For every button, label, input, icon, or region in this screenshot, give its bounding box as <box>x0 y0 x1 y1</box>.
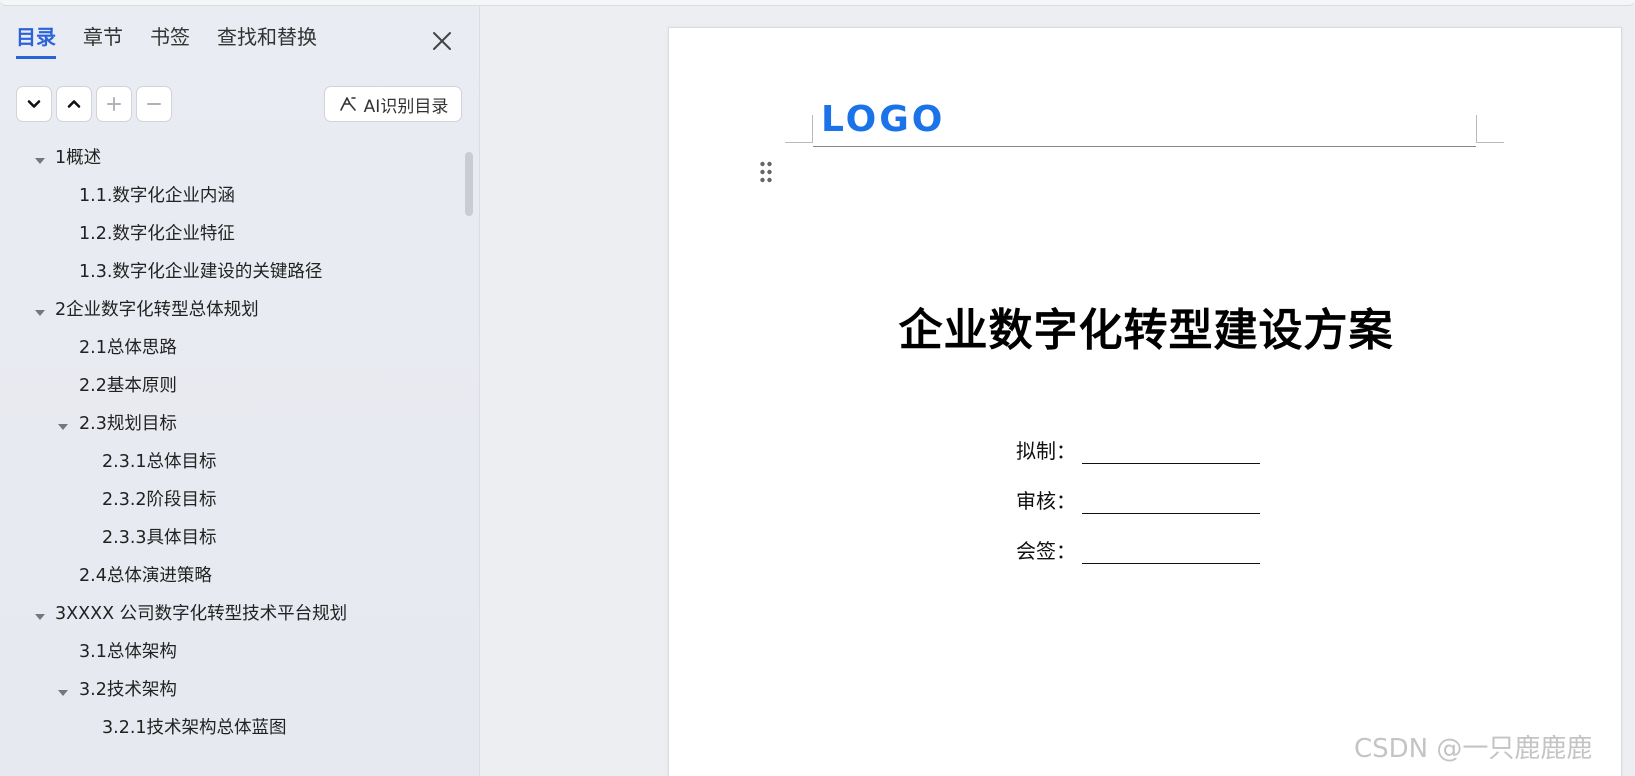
toc-item[interactable]: 2.3.2阶段目标 <box>102 485 217 515</box>
ai-magic-icon <box>339 97 356 111</box>
sign-blank-line[interactable] <box>1082 542 1260 564</box>
toc-item[interactable]: 2.3规划目标 <box>79 409 177 439</box>
watermark-text: CSDN @一只鹿鹿鹿 <box>1354 734 1593 764</box>
toc-item[interactable]: 1.2.数字化企业特征 <box>79 219 235 249</box>
crop-mark <box>1476 142 1504 143</box>
crop-mark <box>1476 115 1477 143</box>
tab-bookmarks[interactable]: 书签 <box>150 24 190 56</box>
toc-item[interactable]: 2.3.1总体目标 <box>102 447 217 477</box>
sign-label: 会签： <box>1016 539 1076 563</box>
plus-icon <box>107 97 121 111</box>
chevron-down-icon <box>27 100 41 108</box>
sign-row-draft: 拟制： <box>1016 436 1260 464</box>
add-heading-button[interactable] <box>96 86 132 122</box>
sign-label: 审核： <box>1016 489 1076 513</box>
ai-recognize-toc-button[interactable]: AI识别目录 <box>324 86 462 122</box>
navigation-sidebar: 目录 章节 书签 查找和替换 AI识别目录 1概述 1.1.数字化企业内涵 1.… <box>0 6 480 776</box>
tab-toc[interactable]: 目录 <box>16 24 56 59</box>
sign-label: 拟制： <box>1016 439 1076 463</box>
crop-mark <box>785 142 813 143</box>
toc-item[interactable]: 3.2技术架构 <box>79 675 177 705</box>
close-icon <box>433 32 451 50</box>
toc-item[interactable]: 2.2基本原则 <box>79 371 177 401</box>
sign-blank-line[interactable] <box>1082 492 1260 514</box>
toc-toolbar: AI识别目录 <box>16 86 462 122</box>
document-page[interactable]: LOGO 企业数字化转型建设方案 拟制： 审核： 会签： <box>668 27 1622 776</box>
document-title[interactable]: 企业数字化转型建设方案 <box>669 294 1623 358</box>
toc-item[interactable]: 2.1总体思路 <box>79 333 177 363</box>
collapse-all-button[interactable] <box>56 86 92 122</box>
toc-item[interactable]: 1概述 <box>55 143 101 173</box>
toc-item[interactable]: 1.3.数字化企业建设的关键路径 <box>79 257 322 287</box>
toc-item[interactable]: 3.2.1技术架构总体蓝图 <box>102 713 287 743</box>
sign-row-review: 审核： <box>1016 486 1260 514</box>
toc-item[interactable]: 3XXXX 公司数字化转型技术平台规划 <box>55 599 347 629</box>
sign-row-countersign: 会签： <box>1016 536 1260 564</box>
toc-item[interactable]: 1.1.数字化企业内涵 <box>79 181 235 211</box>
caret-expanded-icon[interactable] <box>34 608 46 620</box>
sidebar-tabs: 目录 章节 书签 查找和替换 <box>16 24 344 64</box>
toc-scrollbar[interactable] <box>465 152 473 216</box>
tab-find-replace[interactable]: 查找和替换 <box>217 24 317 56</box>
close-sidebar-button[interactable] <box>429 28 455 54</box>
tab-chapters[interactable]: 章节 <box>83 24 123 56</box>
logo: LOGO <box>821 99 946 140</box>
caret-expanded-icon[interactable] <box>34 152 46 164</box>
toc-item[interactable]: 2.4总体演进策略 <box>79 561 212 591</box>
minus-icon <box>147 103 161 105</box>
caret-expanded-icon[interactable] <box>34 304 46 316</box>
crop-mark <box>812 115 813 143</box>
sign-blank-line[interactable] <box>1082 442 1260 464</box>
toc-item[interactable]: 3.1总体架构 <box>79 637 177 667</box>
header-divider <box>813 146 1476 147</box>
drag-handle-icon[interactable] <box>759 160 773 184</box>
toc-item[interactable]: 2.3.3具体目标 <box>102 523 217 553</box>
caret-expanded-icon[interactable] <box>57 418 69 430</box>
remove-heading-button[interactable] <box>136 86 172 122</box>
expand-all-button[interactable] <box>16 86 52 122</box>
toc-tree: 1概述 1.1.数字化企业内涵 1.2.数字化企业特征 1.3.数字化企业建设的… <box>0 142 462 776</box>
caret-expanded-icon[interactable] <box>57 684 69 696</box>
chevron-up-icon <box>67 100 81 108</box>
ai-button-label: AI识别目录 <box>363 96 449 117</box>
toc-item[interactable]: 2企业数字化转型总体规划 <box>55 295 259 325</box>
